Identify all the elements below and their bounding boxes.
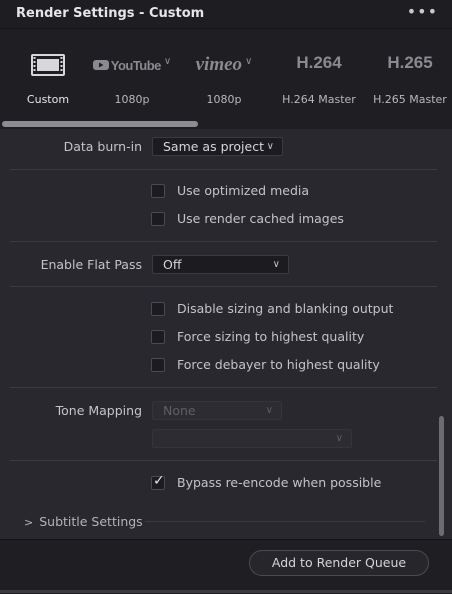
preset-scrollbar-thumb[interactable]: [2, 121, 198, 127]
preset-custom[interactable]: Custom: [6, 29, 90, 125]
preset-scrollbar[interactable]: [0, 120, 452, 129]
divider: [10, 241, 437, 242]
data-burn-in-dropdown[interactable]: Same as project ∨: [152, 137, 283, 156]
tone-mapping-secondary-dropdown[interactable]: ∨: [152, 429, 352, 448]
window-title: Render Settings - Custom: [16, 6, 205, 21]
youtube-logo: YouTube ∨: [90, 53, 174, 77]
title-bar: Render Settings - Custom •••: [0, 0, 452, 29]
preset-vimeo[interactable]: vimeo ∨ 1080p: [182, 29, 266, 125]
chevron-right-icon: >: [24, 516, 34, 529]
preset-label: H.265 Master: [373, 93, 447, 106]
divider: [10, 286, 437, 287]
force-sizing-label: Force sizing to highest quality: [177, 329, 365, 344]
vimeo-logo: vimeo ∨: [195, 54, 253, 75]
force-sizing-checkbox[interactable]: [151, 330, 165, 344]
add-to-render-queue-button[interactable]: Add to Render Queue: [249, 550, 429, 576]
footer-bar: Add to Render Queue: [0, 539, 452, 594]
preset-label: H.264 Master: [282, 93, 356, 106]
preset-bar: Custom YouTube ∨ 1080p vimeo ∨ 1080p H.2…: [0, 29, 452, 129]
film-icon: [6, 53, 90, 77]
h265-logo: H.265: [387, 53, 433, 72]
more-horizontal-icon[interactable]: •••: [407, 2, 438, 21]
disable-sizing-checkbox[interactable]: [151, 302, 165, 316]
bypass-reencode-label: Bypass re-encode when possible: [177, 475, 382, 490]
preset-label: 1080p: [206, 93, 242, 106]
vertical-scrollbar-thumb[interactable]: [439, 416, 444, 536]
enable-flat-pass-dropdown[interactable]: Off ∨: [152, 255, 289, 274]
disable-sizing-label: Disable sizing and blanking output: [177, 301, 394, 316]
force-debayer-label: Force debayer to highest quality: [177, 357, 380, 372]
preset-h265[interactable]: H.265 H.265 Master: [368, 29, 452, 125]
divider: [10, 387, 437, 388]
use-optimized-media-label: Use optimized media: [177, 183, 310, 198]
chevron-down-icon: ∨: [335, 433, 343, 444]
chevron-down-icon: ∨: [163, 55, 172, 67]
subtitle-settings-toggle[interactable]: > Subtitle Settings: [24, 514, 143, 529]
divider: [145, 521, 425, 522]
data-burn-in-label: Data burn-in: [63, 139, 142, 154]
checkmark-icon: ✓: [153, 473, 165, 489]
h264-logo: H.264: [296, 53, 342, 72]
chevron-down-icon: ∨: [265, 405, 273, 416]
preset-youtube[interactable]: YouTube ∨ 1080p: [90, 29, 174, 125]
preset-h264[interactable]: H.264 H.264 Master: [277, 29, 361, 125]
divider: [10, 169, 437, 170]
use-optimized-media-checkbox[interactable]: [151, 184, 165, 198]
preset-label: Custom: [26, 93, 70, 106]
use-render-cached-checkbox[interactable]: [151, 212, 165, 226]
use-render-cached-label: Use render cached images: [177, 211, 344, 226]
divider: [10, 460, 437, 461]
bypass-reencode-checkbox[interactable]: ✓: [151, 473, 165, 490]
chevron-down-icon: ∨: [266, 141, 274, 152]
enable-flat-pass-label: Enable Flat Pass: [40, 257, 142, 272]
chevron-down-icon: ∨: [272, 259, 280, 270]
force-debayer-checkbox[interactable]: [151, 358, 165, 372]
tone-mapping-label: Tone Mapping: [55, 403, 142, 418]
tone-mapping-dropdown[interactable]: None ∨: [152, 401, 282, 420]
preset-label: 1080p: [114, 93, 150, 106]
chevron-down-icon: ∨: [245, 55, 253, 67]
